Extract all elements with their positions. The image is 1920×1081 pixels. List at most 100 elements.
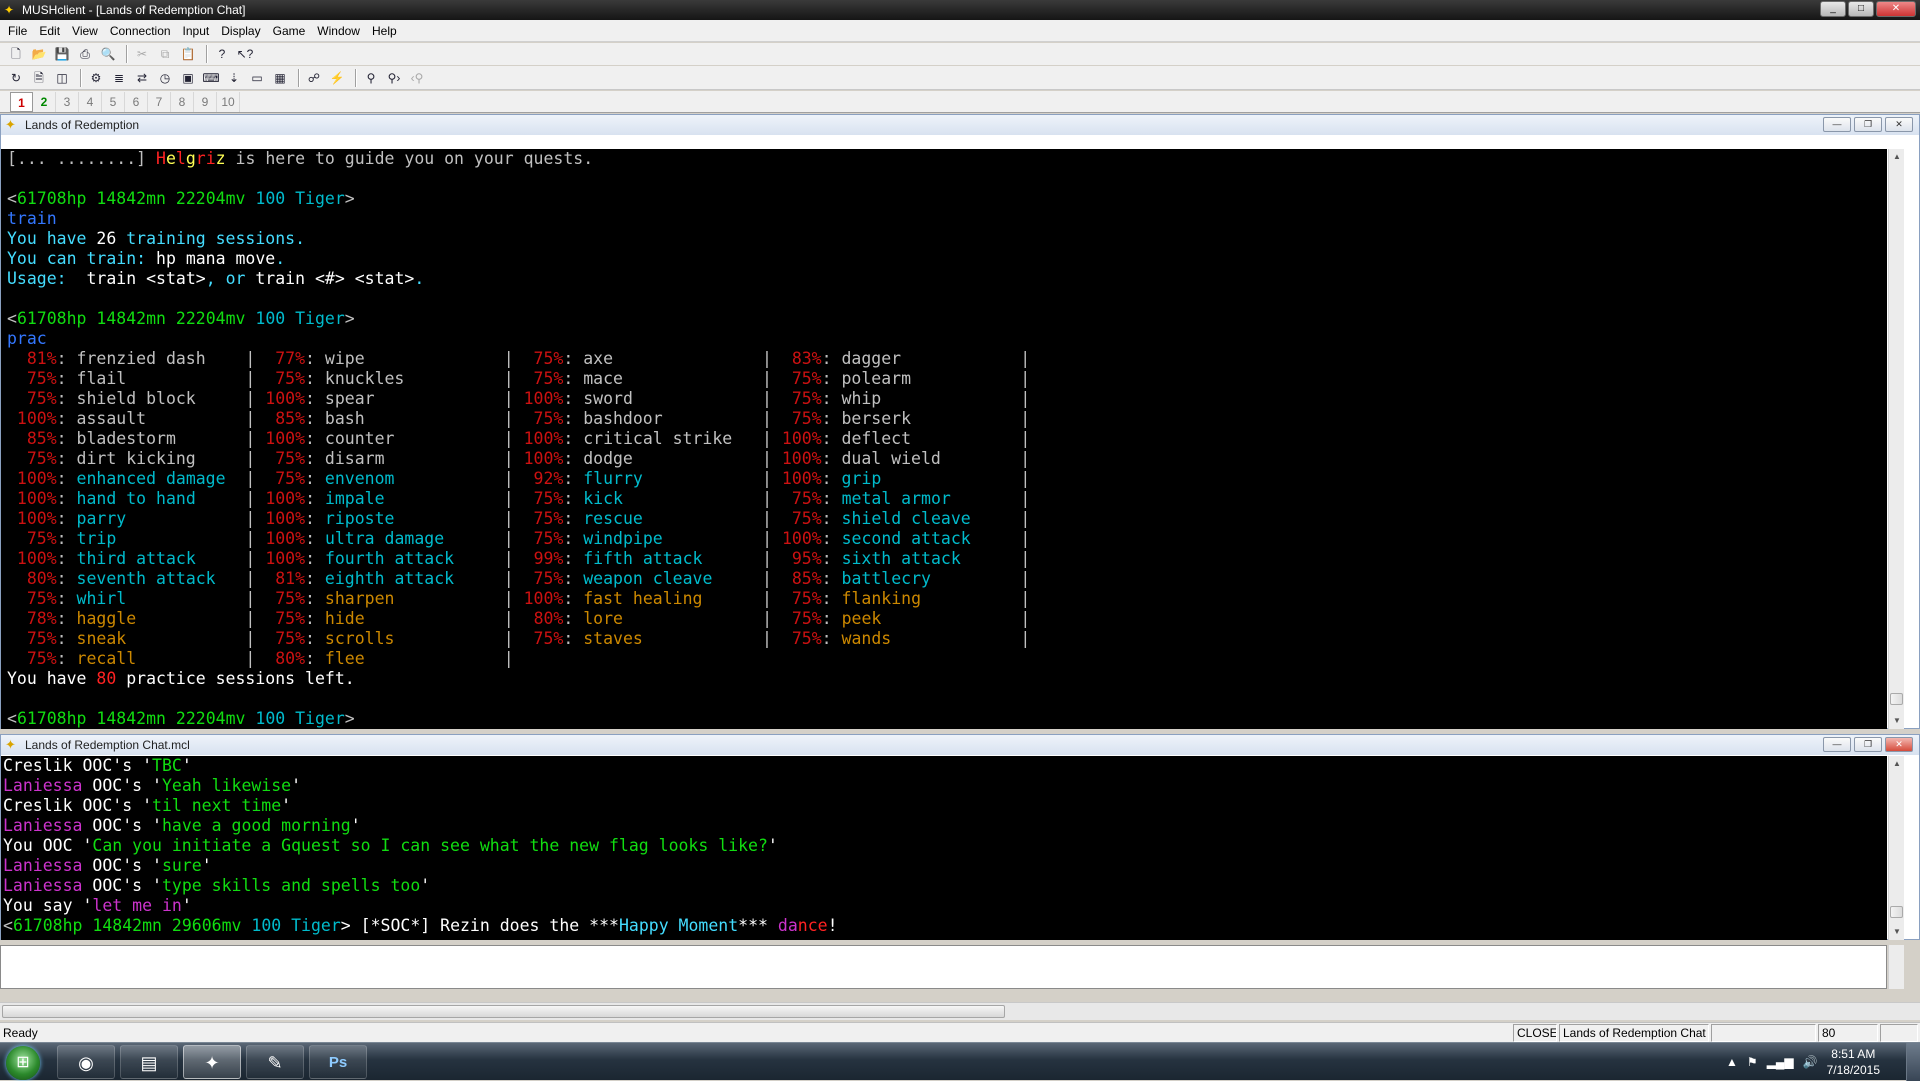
print-icon[interactable]: ⎙ — [75, 44, 95, 64]
taskbar-firefox-icon[interactable]: ◉ — [57, 1045, 115, 1079]
action-center-flag-icon[interactable]: ⚑ — [1747, 1055, 1758, 1069]
window-tab-7[interactable]: 7 — [148, 91, 171, 112]
notes-icon[interactable]: 🗎 — [29, 68, 49, 88]
mdi-restore-button[interactable]: ❐ — [1854, 737, 1882, 752]
horizontal-scrollbar[interactable] — [0, 1002, 1920, 1020]
window-tab-4[interactable]: 4 — [79, 91, 102, 112]
menu-file[interactable]: File — [2, 20, 33, 42]
status-resize-grip[interactable] — [1880, 1024, 1918, 1042]
menu-window[interactable]: Window — [311, 20, 366, 42]
refresh-icon[interactable]: ↻ — [6, 68, 26, 88]
output-text-segment: 80% — [275, 649, 306, 668]
help-icon[interactable]: ? — [212, 44, 232, 64]
show-desktop-button[interactable] — [1906, 1043, 1920, 1081]
save-icon[interactable]: 💾 — [52, 44, 72, 64]
chat-output-scrollbar[interactable]: ▲ ▼ — [1888, 756, 1904, 940]
output-text-segment: 26 — [96, 229, 117, 248]
command-input-scrollbar[interactable] — [1888, 945, 1904, 989]
scroll-thumb[interactable] — [1890, 906, 1903, 918]
world-list-icon[interactable]: ▭ — [247, 68, 267, 88]
mdi-restore-button[interactable]: ❐ — [1854, 117, 1882, 132]
find-prev-icon[interactable]: ‹⚲ — [407, 68, 427, 88]
main-output-pane[interactable]: [... ........] Helgriz is here to guide … — [1, 149, 1887, 729]
find-icon[interactable]: ⚲ — [361, 68, 381, 88]
output-text-segment: shield cleave — [841, 509, 971, 528]
scroll-up-arrow[interactable]: ▲ — [1889, 756, 1905, 772]
menu-help[interactable]: Help — [366, 20, 403, 42]
copy-icon[interactable]: ⧉ — [155, 44, 175, 64]
menu-connection[interactable]: Connection — [104, 20, 177, 42]
timers-icon[interactable]: ◷ — [155, 68, 175, 88]
log-icon[interactable]: ◫ — [52, 68, 72, 88]
window-tab-2[interactable]: 2 — [33, 91, 56, 112]
show-hidden-icons-icon[interactable]: ▲ — [1726, 1055, 1738, 1069]
connect-icon[interactable]: ☍ — [304, 68, 324, 88]
output-text-segment: Creslik OOC's ' — [3, 796, 153, 815]
output-text-segment: 75% — [791, 629, 822, 648]
window-tab-5[interactable]: 5 — [102, 91, 125, 112]
system-tray: ▲ ⚑ ▂▄▆ 🔊 8:51 AM 7/18/2015 — [1726, 1045, 1880, 1079]
window-tab-8[interactable]: 8 — [171, 91, 194, 112]
volume-icon[interactable]: 🔊 — [1803, 1055, 1818, 1069]
mdi-minimize-button[interactable]: — — [1823, 117, 1851, 132]
paste-icon[interactable]: 📋 — [178, 44, 198, 64]
taskbar-notepad-icon[interactable]: ✎ — [246, 1045, 304, 1079]
output-text-segment: 75% — [791, 509, 822, 528]
mdi-minimize-button[interactable]: — — [1823, 737, 1851, 752]
horizontal-scroll-thumb[interactable] — [2, 1005, 1005, 1018]
mdi-close-button[interactable]: ✕ — [1885, 737, 1913, 752]
window-titlebar[interactable]: ✦ MUSHclient - [Lands of Redemption Chat… — [0, 0, 1920, 20]
menu-game[interactable]: Game — [267, 20, 312, 42]
taskbar-explorer-icon[interactable]: ▤ — [120, 1045, 178, 1079]
scroll-thumb[interactable] — [1890, 693, 1903, 705]
main-output-scrollbar[interactable]: ▲ ▼ — [1888, 149, 1904, 729]
menu-edit[interactable]: Edit — [33, 20, 66, 42]
command-input[interactable] — [0, 945, 1887, 989]
taskbar-mushclient-icon[interactable]: ✦ — [183, 1045, 241, 1079]
find-next-icon[interactable]: ⚲› — [384, 68, 404, 88]
world-config-icon[interactable]: ⚙ — [86, 68, 106, 88]
output-text-segment: | — [454, 569, 534, 588]
output-line: 75%: flail | 75%: knuckles | 75%: mace |… — [7, 369, 1887, 389]
aliases-icon[interactable]: ⇄ — [132, 68, 152, 88]
output-text-segment: | — [623, 489, 792, 508]
menu-display[interactable]: Display — [215, 20, 266, 42]
window-tab-3[interactable]: 3 — [56, 91, 79, 112]
scroll-down-arrow[interactable]: ▼ — [1889, 713, 1905, 729]
window-tab-1[interactable]: 1 — [10, 91, 33, 112]
taskbar-photoshop-icon[interactable]: Ps — [309, 1045, 367, 1079]
triggers-icon[interactable]: ≣ — [109, 68, 129, 88]
start-button[interactable]: ⊞ — [6, 1046, 40, 1080]
print-preview-icon[interactable]: 🔍 — [98, 44, 118, 64]
chat-world-titlebar[interactable]: ✦ Lands of Redemption Chat.mcl — ❐ ✕ — [1, 735, 1919, 755]
mdi-close-button[interactable]: ✕ — [1885, 117, 1913, 132]
output-text-segment: lore — [583, 609, 623, 628]
world-info-icon[interactable]: ▦ — [270, 68, 290, 88]
maximize-button[interactable]: □ — [1848, 1, 1874, 17]
chat-output-pane[interactable]: Creslik OOC's 'TBC' Laniessa OOC's 'Yeah … — [1, 756, 1887, 940]
new-icon[interactable]: 🗋 — [6, 44, 26, 64]
output-text-segment: have a good morning — [161, 816, 351, 835]
window-tab-10[interactable]: 10 — [217, 91, 240, 112]
context-help-icon[interactable]: ↖? — [235, 44, 255, 64]
minimize-button[interactable]: _ — [1820, 1, 1846, 17]
status-columns: 80 — [1818, 1024, 1878, 1042]
system-clock[interactable]: 8:51 AM 7/18/2015 — [1827, 1046, 1880, 1078]
menu-input[interactable]: Input — [177, 20, 216, 42]
network-signal-icon[interactable]: ▂▄▆ — [1767, 1055, 1794, 1069]
cut-icon[interactable]: ✂ — [132, 44, 152, 64]
window-tab-6[interactable]: 6 — [125, 91, 148, 112]
output-text-segment: : counter | — [305, 429, 524, 448]
window-tab-9[interactable]: 9 — [194, 91, 217, 112]
macro-icon[interactable]: ⇣ — [224, 68, 244, 88]
main-world-titlebar[interactable]: ✦ Lands of Redemption — ❐ ✕ — [1, 115, 1919, 135]
open-icon[interactable]: 📂 — [29, 44, 49, 64]
close-button[interactable]: ✕ — [1876, 1, 1916, 17]
menu-view[interactable]: View — [66, 20, 104, 42]
disconnect-icon[interactable]: ⚡ — [327, 68, 347, 88]
output-text-segment: 95% — [791, 549, 822, 568]
scroll-down-arrow[interactable]: ▼ — [1889, 924, 1905, 940]
input-icon[interactable]: ⌨ — [201, 68, 221, 88]
scroll-up-arrow[interactable]: ▲ — [1889, 149, 1905, 165]
output-icon[interactable]: ▣ — [178, 68, 198, 88]
